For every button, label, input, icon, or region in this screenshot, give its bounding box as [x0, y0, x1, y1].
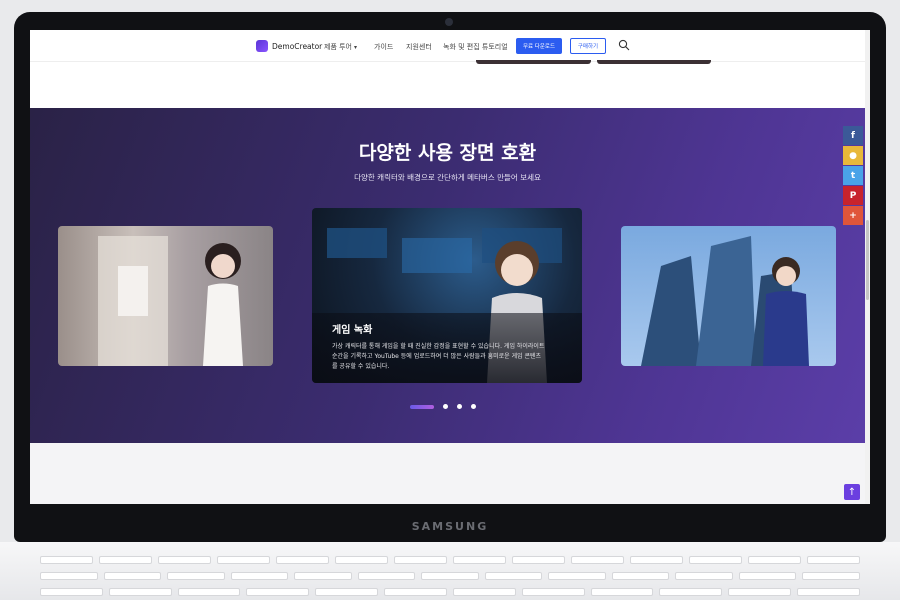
nav-item-guide[interactable]: 가이드: [374, 42, 393, 52]
logo-text: DemoCreator: [272, 41, 323, 51]
scene-card-game-recording[interactable]: 게임 녹화 가상 캐릭터를 통해 게임을 할 때 진실한 감정을 표현할 수 있…: [312, 208, 582, 383]
carousel-pagination: [410, 404, 476, 409]
next-section: [30, 443, 865, 504]
carousel-dot[interactable]: [457, 404, 462, 409]
section-subtitle: 다양한 캐릭터와 배경으로 간단하게 메타버스 만들어 보세요: [354, 173, 541, 182]
chevron-down-icon: ▾: [354, 44, 358, 51]
nav-item-label: 제품 투어: [324, 43, 352, 51]
card-caption: 게임 녹화 가상 캐릭터를 통해 게임을 할 때 진실한 감정을 표현할 수 있…: [312, 313, 582, 383]
card-description: 가상 캐릭터를 통해 게임을 할 때 진실한 감정을 표현할 수 있습니다. 게…: [332, 342, 562, 372]
section-title: 다양한 사용 장면 호환: [358, 142, 537, 164]
usage-scenes-section: 다양한 사용 장면 호환 다양한 캐릭터와 배경으로 간단하게 메타버스 만들어…: [30, 108, 865, 443]
webcam-icon: [445, 18, 453, 26]
search-icon[interactable]: [618, 39, 630, 51]
twitter-icon[interactable]: t: [843, 166, 863, 185]
card-description-line: 순간을 기록하고 YouTube 등에 업로드하여 더 많은 사람들과 흥미로운…: [332, 353, 542, 360]
buy-button[interactable]: 구매하기: [570, 38, 606, 54]
browser-screen: DemoCreator 제품 투어 ▾ 가이드 지원센터 녹화 및 편집 튜토리얼…: [30, 30, 870, 504]
keyboard-deck: [0, 542, 900, 600]
pinterest-icon[interactable]: P: [843, 186, 863, 205]
previous-section-edge: [476, 60, 711, 64]
free-download-button[interactable]: 무료 다운로드: [516, 38, 562, 54]
scrollbar-thumb[interactable]: [866, 220, 869, 300]
carousel-dot[interactable]: [471, 404, 476, 409]
card-description-line: 가상 캐릭터를 통해 게임을 할 때 진실한 감정을 표현할 수 있습니다. 게…: [332, 343, 545, 350]
business-avatar-image: [641, 236, 809, 366]
scroll-to-top-button[interactable]: ↑: [844, 484, 860, 500]
scene-card-fashion[interactable]: [58, 226, 273, 366]
scrollbar[interactable]: [865, 30, 870, 504]
nav-item-tutorial[interactable]: 녹화 및 편집 튜토리얼: [443, 42, 508, 52]
device-brand: SAMSUNG: [411, 520, 489, 533]
card-title: 게임 녹화: [332, 325, 373, 336]
nav-item-product-tour[interactable]: 제품 투어 ▾: [324, 42, 357, 52]
carousel-dot-active[interactable]: [410, 404, 434, 409]
plus-icon[interactable]: +: [843, 206, 863, 225]
top-navigation: DemoCreator 제품 투어 ▾ 가이드 지원센터 녹화 및 편집 튜토리얼…: [30, 30, 870, 62]
carousel-dot[interactable]: [443, 404, 448, 409]
card-description-line: 를 공유할 수 있습니다.: [332, 363, 390, 370]
nav-item-support[interactable]: 지원센터: [406, 42, 432, 52]
scene-card-business[interactable]: [621, 226, 836, 366]
fashion-avatar-image: [98, 236, 243, 366]
kakao-icon[interactable]: ●: [843, 146, 863, 165]
democreator-logo-icon: [256, 40, 268, 52]
logo[interactable]: DemoCreator: [256, 40, 322, 52]
facebook-icon[interactable]: f: [843, 126, 863, 145]
